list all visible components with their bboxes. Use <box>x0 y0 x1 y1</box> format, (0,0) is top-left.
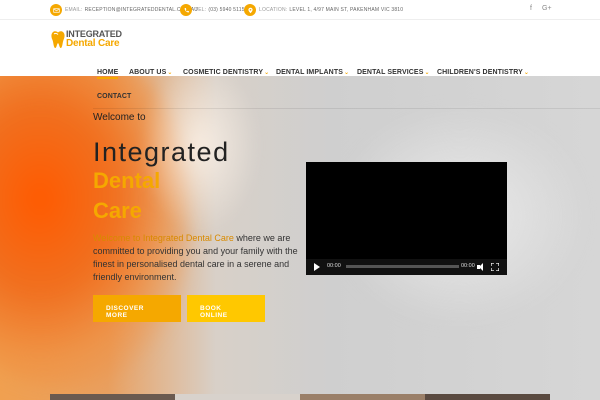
strip-image <box>300 394 425 400</box>
current-time: 00:00 <box>327 263 341 269</box>
location-value: LEVEL 1, 4/97 MAIN ST, PAKENHAM VIC 3810 <box>289 7 404 13</box>
hero-title-dental: Dental <box>93 168 161 193</box>
nav-childrens-dentistry[interactable]: CHILDREN'S DENTISTRY⌄ <box>437 69 529 76</box>
chevron-down-icon: ⌄ <box>424 70 430 76</box>
email-info[interactable]: EMAIL: RECEPTION@INTEGRATEDDENTAL.COM.AU <box>50 4 198 16</box>
logo[interactable]: INTEGRATED Dental Care <box>50 29 122 51</box>
video-player[interactable]: 00:00 00:00 <box>306 162 507 275</box>
nav-home[interactable]: HOME <box>97 69 119 79</box>
bottom-image-strip <box>50 394 550 400</box>
chevron-down-icon: ⌄ <box>264 70 270 76</box>
play-icon[interactable] <box>314 263 320 271</box>
facebook-icon[interactable]: f <box>530 5 532 12</box>
book-online-button[interactable]: BOOK ONLINE <box>187 295 265 322</box>
email-label: EMAIL: <box>65 7 83 13</box>
welcome-text: Welcome to <box>93 112 146 123</box>
intro-highlight: Welcome to Integrated Dental Care <box>93 233 234 243</box>
hero-title-care: Care <box>93 198 142 223</box>
volume-icon[interactable] <box>477 263 485 271</box>
chevron-down-icon: ⌄ <box>343 70 350 76</box>
logo-text-dental-care: Dental Care <box>66 38 120 49</box>
duration-time: 00:00 <box>461 263 475 269</box>
strip-image <box>50 394 175 400</box>
nav-dental-services[interactable]: DENTAL SERVICES⌄ <box>357 69 430 76</box>
location-pin-icon <box>244 4 256 16</box>
video-progress-bar[interactable] <box>346 265 459 268</box>
nav-divider <box>93 108 600 109</box>
discover-more-button[interactable]: DISCOVER MORE <box>93 295 181 322</box>
nav-dental-implants[interactable]: DENTAL IMPLANTS⌄ <box>276 69 349 76</box>
strip-image <box>425 394 550 400</box>
video-controls: 00:00 00:00 <box>306 259 507 275</box>
chevron-down-icon: ⌄ <box>167 70 173 76</box>
hero-title-integrated: Integrated <box>93 137 230 167</box>
google-plus-icon[interactable]: G+ <box>542 5 552 12</box>
location-label: LOCATION: <box>259 7 288 13</box>
nav-cosmetic-dentistry[interactable]: COSMETIC DENTISTRY⌄ <box>183 69 269 76</box>
email-icon <box>50 4 62 16</box>
tooth-logo-icon <box>51 31 65 49</box>
hero-section <box>0 76 600 400</box>
tel-label: TEL: <box>195 7 207 13</box>
fullscreen-icon[interactable] <box>491 263 499 271</box>
nav-contact[interactable]: CONTACT <box>97 93 131 100</box>
nav-about-us[interactable]: ABOUT US⌄ <box>129 69 173 76</box>
strip-image <box>175 394 300 400</box>
hero-intro-paragraph: Welcome to Integrated Dental Care where … <box>93 232 298 284</box>
tel-value[interactable]: (03) 5940 5115 <box>208 7 244 13</box>
site-header: INTEGRATED Dental Care <box>0 20 600 76</box>
location-info: LOCATION: LEVEL 1, 4/97 MAIN ST, PAKENHA… <box>244 4 403 16</box>
chevron-down-icon: ⌄ <box>523 70 529 76</box>
top-info-bar: EMAIL: RECEPTION@INTEGRATEDDENTAL.COM.AU… <box>0 0 600 20</box>
phone-info[interactable]: TEL: (03) 5940 5115 <box>180 4 245 16</box>
phone-icon <box>180 4 192 16</box>
